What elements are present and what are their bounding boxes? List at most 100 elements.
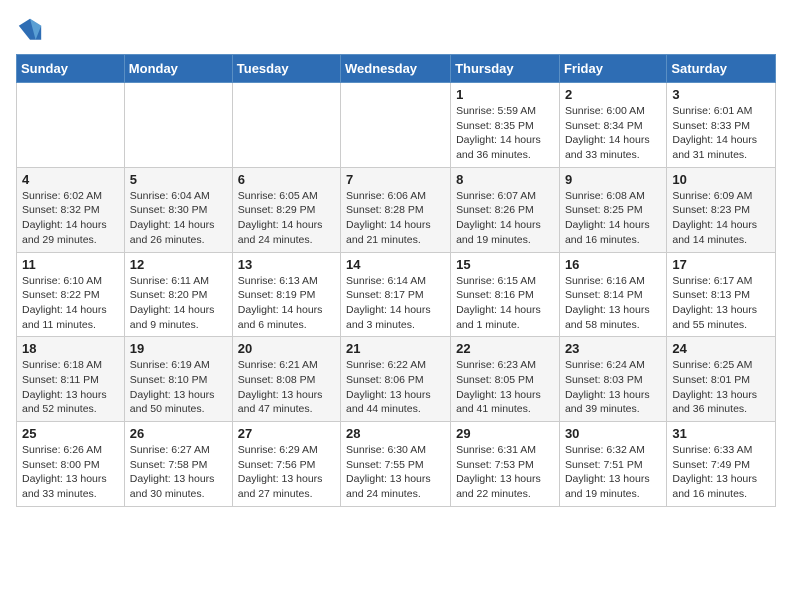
- day-cell: 16Sunrise: 6:16 AMSunset: 8:14 PMDayligh…: [559, 252, 666, 337]
- day-number: 6: [238, 172, 335, 187]
- day-info: Sunrise: 6:05 AMSunset: 8:29 PMDaylight:…: [238, 189, 335, 248]
- calendar-body: 1 Sunrise: 5:59 AMSunset: 8:35 PMDaylight…: [17, 83, 776, 507]
- logo: [16, 16, 48, 44]
- day-number: 10: [672, 172, 770, 187]
- day-number: 23: [565, 341, 661, 356]
- day-cell: [341, 83, 451, 168]
- day-number: 29: [456, 426, 554, 441]
- weekday-monday: Monday: [124, 55, 232, 83]
- week-row-3: 18 Sunrise: 6:18 AMSunset: 8:11 PMDayligh…: [17, 337, 776, 422]
- day-info: Sunrise: 6:00 AMSunset: 8:34 PMDaylight:…: [565, 104, 661, 163]
- day-cell: 22 Sunrise: 6:23 AMSunset: 8:05 PMDayligh…: [451, 337, 560, 422]
- day-number: 1: [456, 87, 554, 102]
- day-cell: 4 Sunrise: 6:02 AMSunset: 8:32 PMDaylight…: [17, 167, 125, 252]
- day-number: 19: [130, 341, 227, 356]
- day-info: Sunrise: 6:23 AMSunset: 8:05 PMDaylight:…: [456, 358, 554, 417]
- day-cell: 26Sunrise: 6:27 AMSunset: 7:58 PMDayligh…: [124, 422, 232, 507]
- day-info: Sunrise: 6:09 AMSunset: 8:23 PMDaylight:…: [672, 189, 770, 248]
- weekday-wednesday: Wednesday: [341, 55, 451, 83]
- day-cell: 10 Sunrise: 6:09 AMSunset: 8:23 PMDayligh…: [667, 167, 776, 252]
- day-number: 4: [22, 172, 119, 187]
- day-info: Sunrise: 6:07 AMSunset: 8:26 PMDaylight:…: [456, 189, 554, 248]
- day-cell: [17, 83, 125, 168]
- day-cell: 17 Sunrise: 6:17 AMSunset: 8:13 PMDayligh…: [667, 252, 776, 337]
- day-info: Sunrise: 6:11 AMSunset: 8:20 PMDaylight:…: [130, 274, 227, 333]
- day-number: 14: [346, 257, 445, 272]
- weekday-tuesday: Tuesday: [232, 55, 340, 83]
- day-cell: 23Sunrise: 6:24 AMSunset: 8:03 PMDayligh…: [559, 337, 666, 422]
- day-cell: 31 Sunrise: 6:33 AMSunset: 7:49 PMDayligh…: [667, 422, 776, 507]
- day-info: Sunrise: 5:59 AMSunset: 8:35 PMDaylight:…: [456, 104, 554, 163]
- day-number: 22: [456, 341, 554, 356]
- week-row-2: 11 Sunrise: 6:10 AMSunset: 8:22 PMDayligh…: [17, 252, 776, 337]
- day-cell: 6 Sunrise: 6:05 AMSunset: 8:29 PMDaylight…: [232, 167, 340, 252]
- day-info: Sunrise: 6:32 AMSunset: 7:51 PMDaylight:…: [565, 443, 661, 502]
- day-cell: 2 Sunrise: 6:00 AMSunset: 8:34 PMDaylight…: [559, 83, 666, 168]
- day-info: Sunrise: 6:06 AMSunset: 8:28 PMDaylight:…: [346, 189, 445, 248]
- day-cell: 11 Sunrise: 6:10 AMSunset: 8:22 PMDayligh…: [17, 252, 125, 337]
- day-info: Sunrise: 6:17 AMSunset: 8:13 PMDaylight:…: [672, 274, 770, 333]
- day-info: Sunrise: 6:31 AMSunset: 7:53 PMDaylight:…: [456, 443, 554, 502]
- day-info: Sunrise: 6:10 AMSunset: 8:22 PMDaylight:…: [22, 274, 119, 333]
- day-number: 3: [672, 87, 770, 102]
- weekday-friday: Friday: [559, 55, 666, 83]
- day-number: 21: [346, 341, 445, 356]
- day-number: 28: [346, 426, 445, 441]
- day-number: 17: [672, 257, 770, 272]
- day-number: 27: [238, 426, 335, 441]
- day-info: Sunrise: 6:16 AMSunset: 8:14 PMDaylight:…: [565, 274, 661, 333]
- page-header: [16, 16, 776, 44]
- day-cell: 18 Sunrise: 6:18 AMSunset: 8:11 PMDayligh…: [17, 337, 125, 422]
- calendar-table: SundayMondayTuesdayWednesdayThursdayFrid…: [16, 54, 776, 507]
- weekday-saturday: Saturday: [667, 55, 776, 83]
- day-info: Sunrise: 6:15 AMSunset: 8:16 PMDaylight:…: [456, 274, 554, 333]
- day-cell: 9 Sunrise: 6:08 AMSunset: 8:25 PMDaylight…: [559, 167, 666, 252]
- day-cell: 27 Sunrise: 6:29 AMSunset: 7:56 PMDayligh…: [232, 422, 340, 507]
- day-cell: 29 Sunrise: 6:31 AMSunset: 7:53 PMDayligh…: [451, 422, 560, 507]
- day-number: 7: [346, 172, 445, 187]
- day-number: 30: [565, 426, 661, 441]
- day-number: 11: [22, 257, 119, 272]
- day-number: 2: [565, 87, 661, 102]
- day-cell: 12 Sunrise: 6:11 AMSunset: 8:20 PMDayligh…: [124, 252, 232, 337]
- day-cell: 24 Sunrise: 6:25 AMSunset: 8:01 PMDayligh…: [667, 337, 776, 422]
- day-info: Sunrise: 6:21 AMSunset: 8:08 PMDaylight:…: [238, 358, 335, 417]
- day-cell: 20 Sunrise: 6:21 AMSunset: 8:08 PMDayligh…: [232, 337, 340, 422]
- logo-icon: [16, 16, 44, 44]
- day-number: 12: [130, 257, 227, 272]
- day-info: Sunrise: 6:18 AMSunset: 8:11 PMDaylight:…: [22, 358, 119, 417]
- week-row-4: 25 Sunrise: 6:26 AMSunset: 8:00 PMDayligh…: [17, 422, 776, 507]
- day-number: 13: [238, 257, 335, 272]
- day-cell: 8 Sunrise: 6:07 AMSunset: 8:26 PMDaylight…: [451, 167, 560, 252]
- week-row-0: 1 Sunrise: 5:59 AMSunset: 8:35 PMDaylight…: [17, 83, 776, 168]
- day-number: 5: [130, 172, 227, 187]
- day-cell: 19 Sunrise: 6:19 AMSunset: 8:10 PMDayligh…: [124, 337, 232, 422]
- day-number: 9: [565, 172, 661, 187]
- day-cell: 14Sunrise: 6:14 AMSunset: 8:17 PMDayligh…: [341, 252, 451, 337]
- day-info: Sunrise: 6:26 AMSunset: 8:00 PMDaylight:…: [22, 443, 119, 502]
- day-number: 24: [672, 341, 770, 356]
- day-number: 20: [238, 341, 335, 356]
- day-cell: [124, 83, 232, 168]
- day-info: Sunrise: 6:25 AMSunset: 8:01 PMDaylight:…: [672, 358, 770, 417]
- day-cell: 21Sunrise: 6:22 AMSunset: 8:06 PMDayligh…: [341, 337, 451, 422]
- day-number: 26: [130, 426, 227, 441]
- day-info: Sunrise: 6:04 AMSunset: 8:30 PMDaylight:…: [130, 189, 227, 248]
- day-info: Sunrise: 6:33 AMSunset: 7:49 PMDaylight:…: [672, 443, 770, 502]
- day-info: Sunrise: 6:30 AMSunset: 7:55 PMDaylight:…: [346, 443, 445, 502]
- week-row-1: 4 Sunrise: 6:02 AMSunset: 8:32 PMDaylight…: [17, 167, 776, 252]
- day-info: Sunrise: 6:08 AMSunset: 8:25 PMDaylight:…: [565, 189, 661, 248]
- day-info: Sunrise: 6:01 AMSunset: 8:33 PMDaylight:…: [672, 104, 770, 163]
- weekday-header: SundayMondayTuesdayWednesdayThursdayFrid…: [17, 55, 776, 83]
- day-info: Sunrise: 6:19 AMSunset: 8:10 PMDaylight:…: [130, 358, 227, 417]
- day-cell: 28 Sunrise: 6:30 AMSunset: 7:55 PMDayligh…: [341, 422, 451, 507]
- day-info: Sunrise: 6:13 AMSunset: 8:19 PMDaylight:…: [238, 274, 335, 333]
- day-number: 8: [456, 172, 554, 187]
- day-number: 25: [22, 426, 119, 441]
- day-cell: 7 Sunrise: 6:06 AMSunset: 8:28 PMDaylight…: [341, 167, 451, 252]
- day-number: 31: [672, 426, 770, 441]
- day-info: Sunrise: 6:29 AMSunset: 7:56 PMDaylight:…: [238, 443, 335, 502]
- day-cell: 30 Sunrise: 6:32 AMSunset: 7:51 PMDayligh…: [559, 422, 666, 507]
- day-info: Sunrise: 6:02 AMSunset: 8:32 PMDaylight:…: [22, 189, 119, 248]
- day-number: 18: [22, 341, 119, 356]
